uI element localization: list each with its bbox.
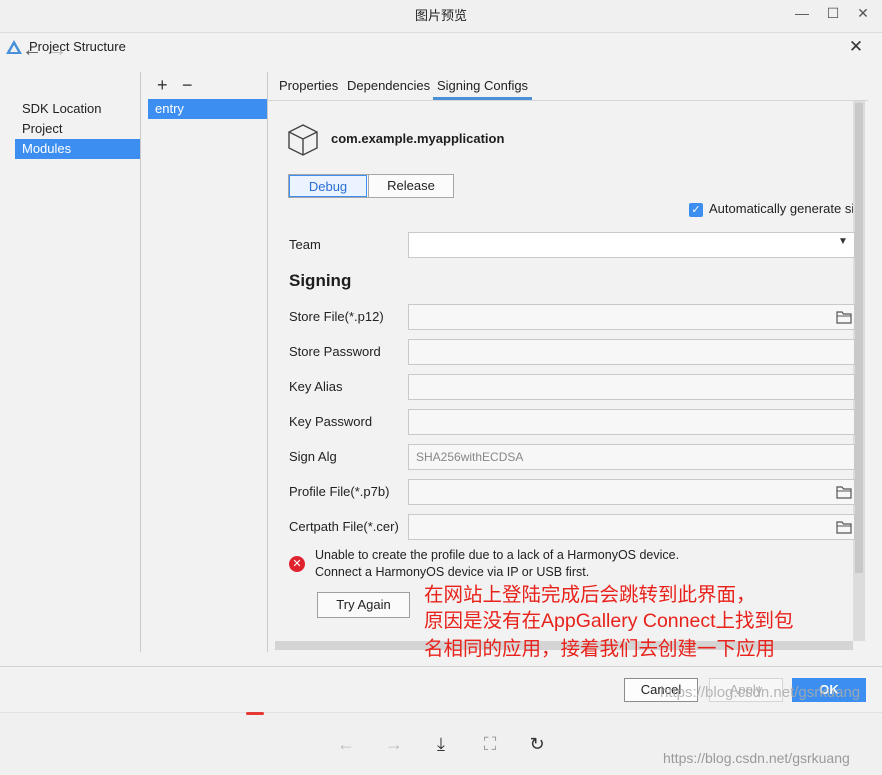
red-mark — [246, 712, 264, 715]
chevron-down-icon[interactable]: ▼ — [838, 236, 848, 247]
harmony-logo-icon — [6, 40, 22, 54]
download-icon[interactable]: ⤓ — [429, 733, 453, 757]
module-item-entry[interactable]: entry — [148, 99, 267, 119]
sign-alg-label: Sign Alg — [289, 449, 337, 464]
remove-module-button[interactable]: − — [182, 75, 193, 95]
rotate-icon[interactable]: ↻ — [525, 733, 549, 757]
module-divider — [267, 72, 268, 652]
module-cube-icon — [288, 124, 318, 156]
nav-item-project[interactable]: Project — [15, 119, 140, 139]
annotation-line1: 在网站上登陆完成后会跳转到此界面， — [424, 584, 756, 606]
release-toggle-button[interactable]: Release — [368, 175, 453, 197]
store-file-input[interactable] — [408, 304, 855, 330]
vertical-scrollbar-thumb[interactable] — [855, 103, 863, 573]
annotation-line3: 名相同的应用，接着我们去创建一下应用 — [424, 638, 776, 660]
profile-file-input[interactable] — [408, 479, 855, 505]
error-message-line1: Unable to create the profile due to a la… — [315, 548, 680, 562]
back-arrow-icon[interactable]: ← — [22, 40, 42, 60]
signing-heading: Signing — [289, 271, 352, 290]
tab-properties[interactable]: Properties — [279, 72, 338, 100]
auto-generate-checkbox[interactable]: ✓ — [689, 203, 703, 217]
debug-toggle-button[interactable]: Debug — [289, 175, 367, 197]
viewer-close-button[interactable]: ✕ — [848, 0, 878, 28]
footer-divider — [0, 666, 882, 667]
profile-file-label: Profile File(*.p7b) — [289, 484, 390, 499]
folder-icon[interactable] — [836, 310, 852, 324]
folder-icon[interactable] — [836, 485, 852, 499]
dialog-close-button[interactable]: ✕ — [845, 35, 867, 59]
certpath-file-input[interactable] — [408, 514, 855, 540]
nav-item-modules[interactable]: Modules — [15, 139, 140, 159]
auto-generate-label: Automatically generate si — [709, 201, 853, 216]
key-password-label: Key Password — [289, 414, 373, 429]
sign-alg-input[interactable]: SHA256withECDSA — [408, 444, 855, 470]
store-password-input[interactable] — [408, 339, 855, 365]
maximize-button[interactable]: ☐ — [818, 0, 848, 28]
error-message-line2: Connect a HarmonyOS device via IP or USB… — [315, 565, 590, 579]
nav-divider — [140, 72, 141, 652]
nav-item-sdk-location[interactable]: SDK Location — [15, 99, 140, 119]
error-icon: ✕ — [289, 556, 305, 572]
try-again-button[interactable]: Try Again — [317, 592, 410, 618]
dialog-title: Project Structure — [29, 39, 126, 54]
add-module-button[interactable]: + — [157, 75, 168, 95]
watermark: https://blog.csdn.net/gsrkuang — [660, 684, 861, 701]
fit-screen-icon[interactable]: ⛶ — [478, 733, 502, 757]
tab-signing-configs[interactable]: Signing Configs — [433, 72, 533, 100]
team-dropdown[interactable] — [408, 232, 855, 258]
key-alias-input[interactable] — [408, 374, 855, 400]
certpath-file-label: Certpath File(*.cer) — [289, 519, 399, 534]
folder-icon[interactable] — [836, 520, 852, 534]
tab-dependencies[interactable]: Dependencies — [347, 72, 430, 100]
team-label: Team — [289, 237, 321, 252]
minimize-button[interactable]: — — [787, 0, 817, 28]
store-file-label: Store File(*.p12) — [289, 309, 384, 324]
key-alias-label: Key Alias — [289, 379, 343, 394]
viewer-watermark: https://blog.csdn.net/gsrkuang — [663, 750, 850, 766]
store-password-label: Store Password — [289, 344, 381, 359]
viewer-title: 图片预览 — [414, 8, 467, 23]
next-image-icon[interactable]: → — [382, 733, 406, 757]
previous-image-icon[interactable]: ← — [334, 733, 358, 757]
key-password-input[interactable] — [408, 409, 855, 435]
forward-arrow-icon[interactable]: → — [47, 40, 67, 60]
annotation-line2: 原因是没有在AppGallery Connect上找到包 — [424, 610, 794, 632]
module-name: com.example.myapplication — [331, 131, 505, 146]
